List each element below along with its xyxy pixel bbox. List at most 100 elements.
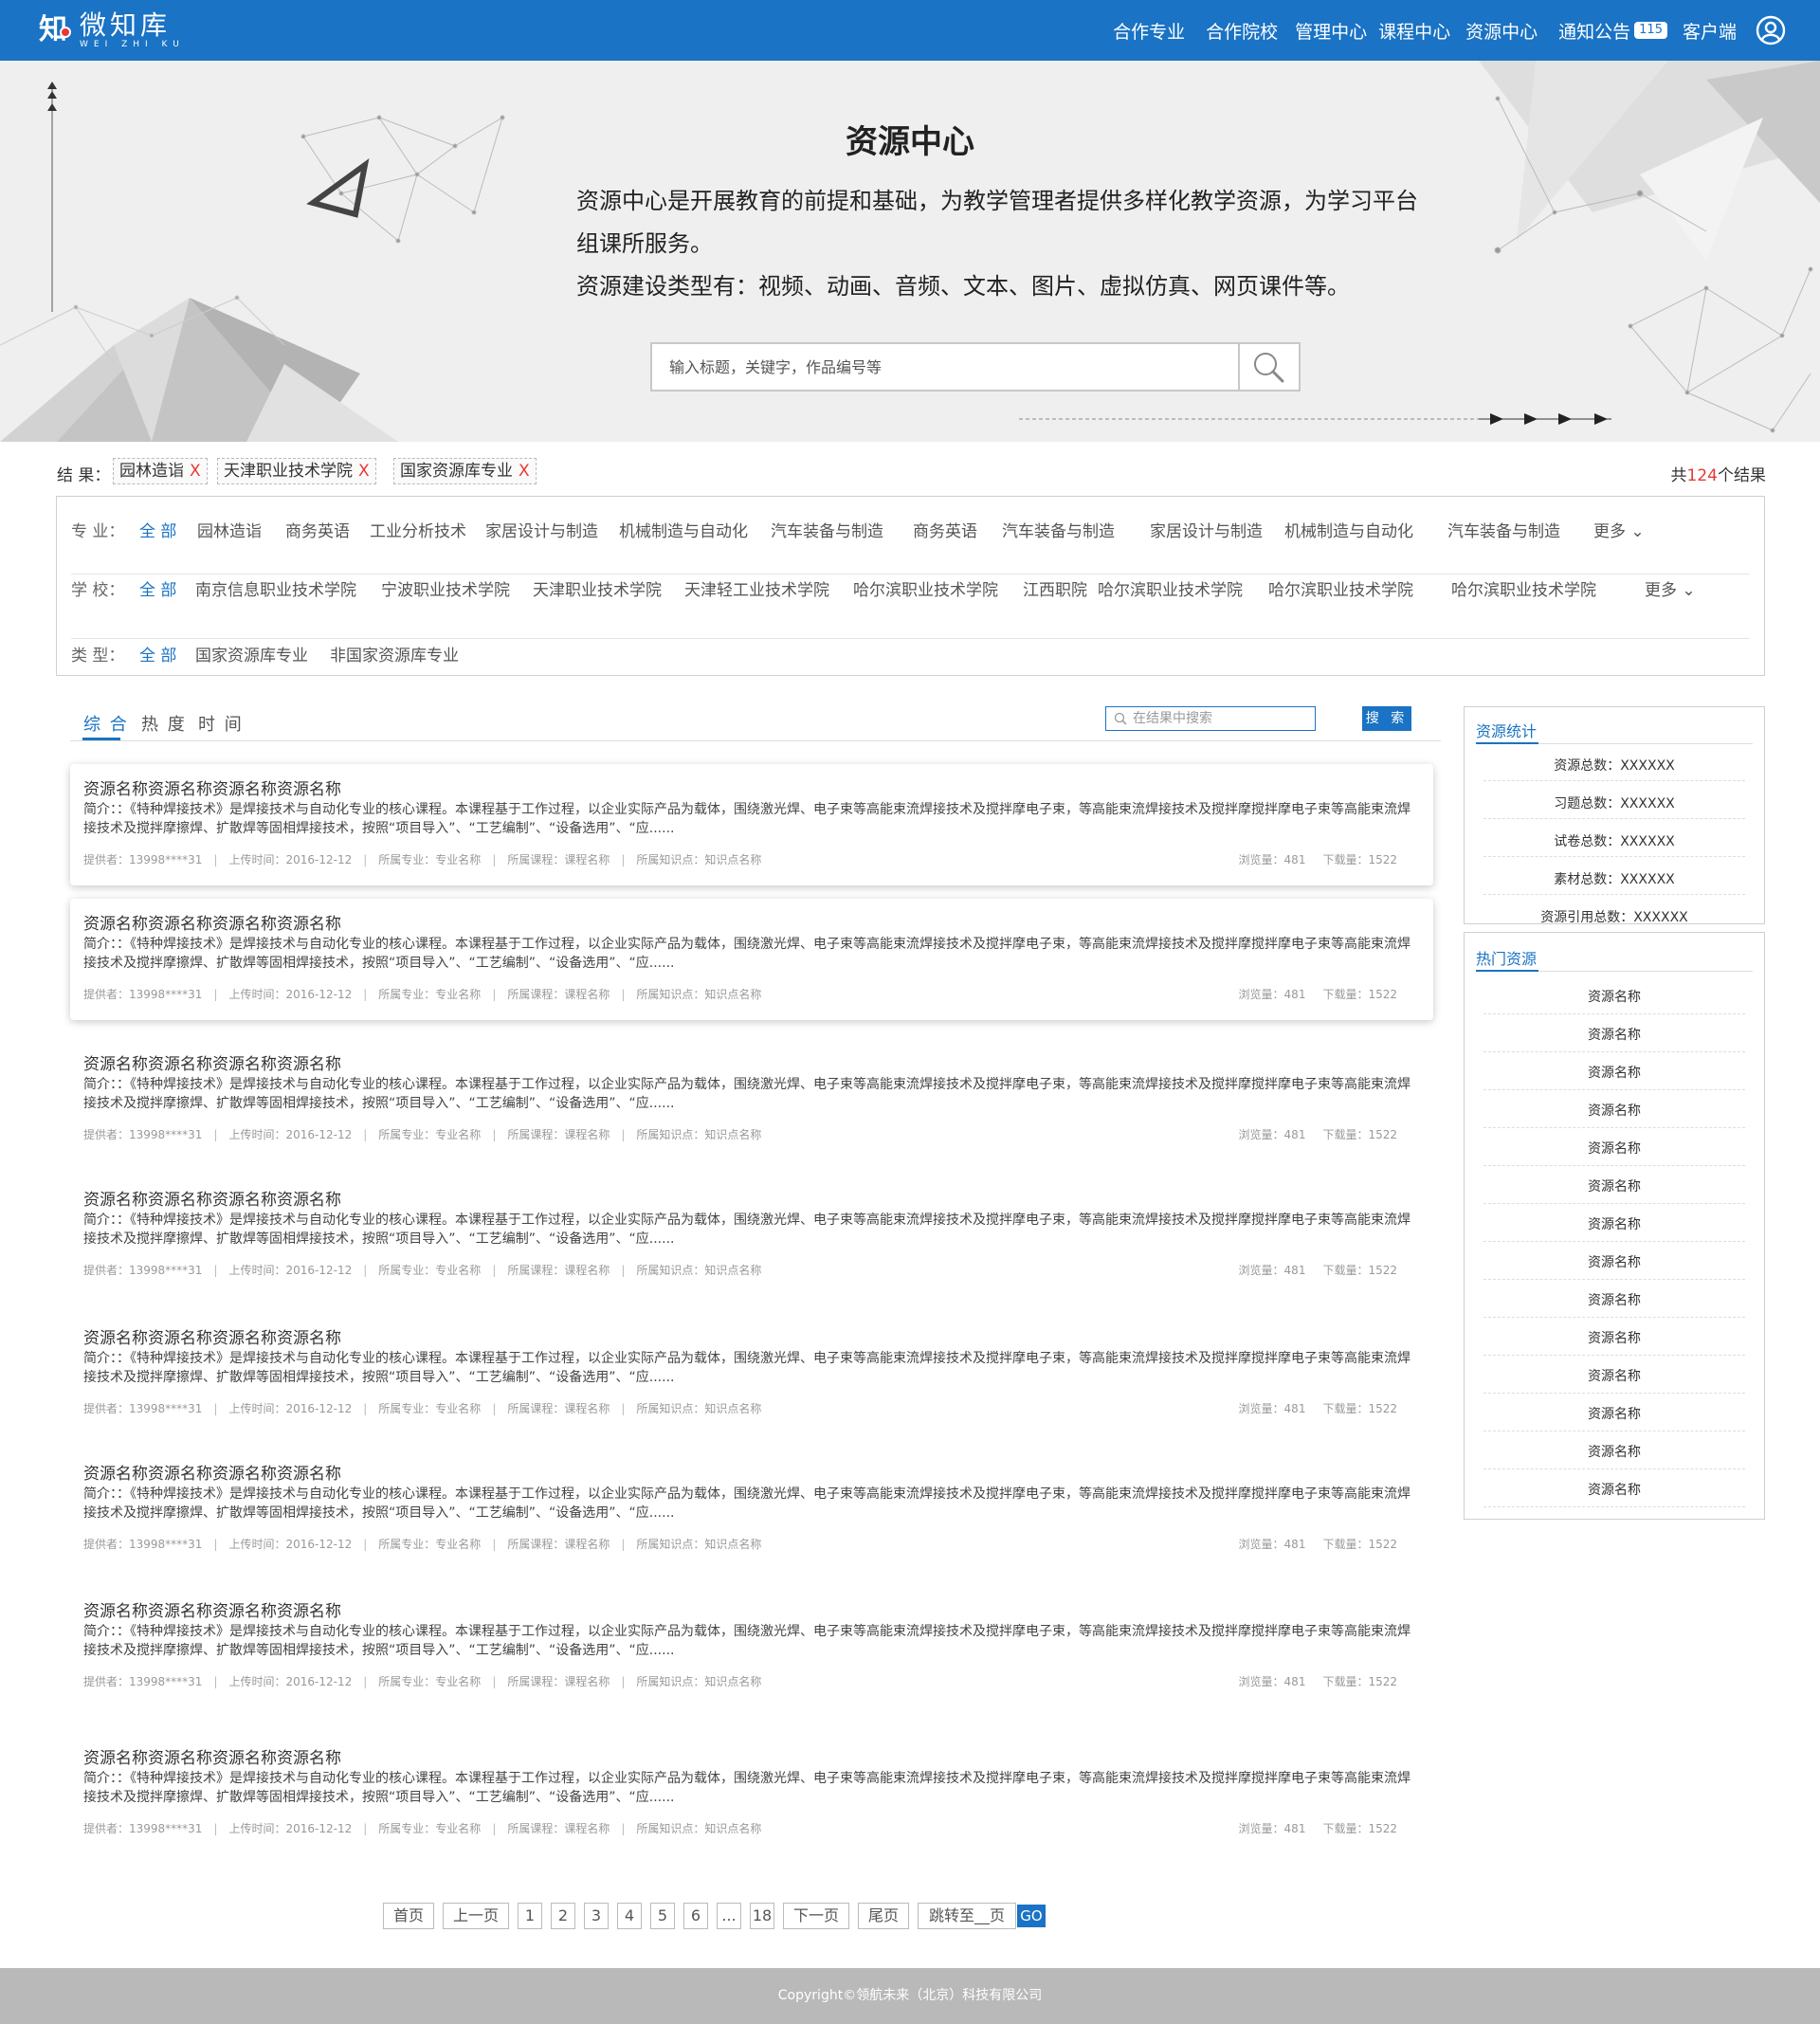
more-toggle[interactable]: 更多 ⌄ xyxy=(1645,576,1696,600)
resource-card[interactable]: 资源名称资源名称资源名称资源名称 简介：：《特种焊接技术》是焊接技术与自动化专业的… xyxy=(70,764,1433,885)
filter-option[interactable]: 宁波职业技术学院 xyxy=(381,576,510,600)
filter-option[interactable]: 国家资源库专业 xyxy=(195,642,308,666)
view-count: 浏览量：481 xyxy=(1238,1675,1306,1688)
search-input[interactable] xyxy=(652,344,1240,390)
page-number[interactable]: 2 xyxy=(551,1903,575,1929)
chip-close-icon[interactable]: X xyxy=(358,462,370,481)
hot-resource-item[interactable]: 资源名称 xyxy=(1483,1322,1745,1356)
resource-card[interactable]: 资源名称资源名称资源名称资源名称 简介：：《特种焊接技术》是焊接技术与自动化专业的… xyxy=(70,899,1433,1020)
resource-title[interactable]: 资源名称资源名称资源名称资源名称 xyxy=(83,1186,341,1210)
tab-popularity[interactable]: 热 度 xyxy=(141,711,187,736)
meta-course: 所属课程：课程名称 xyxy=(507,1264,610,1277)
filter-option[interactable]: 哈尔滨职业技术学院 xyxy=(853,576,998,600)
filter-option[interactable]: 商务英语 xyxy=(913,518,977,541)
page-last-button[interactable]: 尾页 xyxy=(858,1903,909,1929)
page-number[interactable]: 3 xyxy=(584,1903,609,1929)
nav-resource-center[interactable]: 资源中心 xyxy=(1465,18,1538,44)
meta-knowledge-point: 所属知识点：知识点名称 xyxy=(636,1822,762,1835)
meta-provider: 提供者：13998****31 xyxy=(83,1402,203,1415)
filter-option[interactable]: 家居设计与制造 xyxy=(1150,518,1263,541)
filter-option[interactable]: 机械制造与自动化 xyxy=(619,518,748,541)
page-number[interactable]: 4 xyxy=(617,1903,642,1929)
filter-option[interactable]: 全 部 xyxy=(139,576,176,600)
filter-option[interactable]: 汽车装备与制造 xyxy=(1002,518,1115,541)
meta-major: 所属专业：专业名称 xyxy=(378,1822,482,1835)
filter-chip[interactable]: 天津职业技术学院 X xyxy=(217,458,376,484)
more-toggle[interactable]: 更多 ⌄ xyxy=(1593,518,1645,541)
filter-option[interactable]: 非国家资源库专业 xyxy=(330,642,459,666)
filter-option[interactable]: 哈尔滨职业技术学院 xyxy=(1098,576,1243,600)
hot-resource-item[interactable]: 资源名称 xyxy=(1483,1170,1745,1204)
nav-notices[interactable]: 通知公告 115 xyxy=(1558,18,1667,44)
resource-title[interactable]: 资源名称资源名称资源名称资源名称 xyxy=(83,1744,341,1768)
resource-title[interactable]: 资源名称资源名称资源名称资源名称 xyxy=(83,1050,341,1074)
page-jump-input[interactable]: 跳转至__页 xyxy=(918,1903,1016,1929)
hot-resource-item[interactable]: 资源名称 xyxy=(1483,1473,1745,1507)
filter-option[interactable]: 商务英语 xyxy=(285,518,350,541)
resource-title[interactable]: 资源名称资源名称资源名称资源名称 xyxy=(83,1460,341,1484)
result-search-input[interactable] xyxy=(1131,707,1311,730)
filter-option[interactable]: 全 部 xyxy=(139,642,176,666)
logo[interactable]: 知 微知库 WEI ZHI KU xyxy=(32,8,185,53)
filter-chip[interactable]: 国家资源库专业 X xyxy=(393,458,537,484)
filter-option[interactable]: 哈尔滨职业技术学院 xyxy=(1451,576,1596,600)
filter-option[interactable]: 汽车装备与制造 xyxy=(771,518,883,541)
resource-card[interactable]: 资源名称资源名称资源名称资源名称 简介：：《特种焊接技术》是焊接技术与自动化专业的… xyxy=(70,1733,1433,1854)
page-number[interactable]: 5 xyxy=(650,1903,675,1929)
hot-resource-item[interactable]: 资源名称 xyxy=(1483,1056,1745,1090)
resource-title[interactable]: 资源名称资源名称资源名称资源名称 xyxy=(83,1597,341,1621)
page-number[interactable]: 6 xyxy=(683,1903,708,1929)
filter-option[interactable]: 天津轻工业技术学院 xyxy=(684,576,829,600)
result-search-button[interactable]: 搜 索 xyxy=(1362,706,1411,731)
filter-option[interactable]: 家居设计与制造 xyxy=(485,518,598,541)
filter-option[interactable]: 哈尔滨职业技术学院 xyxy=(1268,576,1413,600)
page-next-button[interactable]: 下一页 xyxy=(783,1903,849,1929)
tab-overall[interactable]: 综 合 xyxy=(83,711,129,736)
nav-management-center[interactable]: 管理中心 xyxy=(1295,18,1367,44)
hot-resource-item[interactable]: 资源名称 xyxy=(1483,1132,1745,1166)
page-go-button[interactable]: GO xyxy=(1017,1905,1046,1927)
filter-option[interactable]: 天津职业技术学院 xyxy=(533,576,662,600)
resource-card[interactable]: 资源名称资源名称资源名称资源名称 简介：：《特种焊接技术》是焊接技术与自动化专业的… xyxy=(70,1039,1433,1160)
page-first-button[interactable]: 首页 xyxy=(383,1903,434,1929)
hot-resource-item[interactable]: 资源名称 xyxy=(1483,980,1745,1014)
filter-option[interactable]: 工业分析技术 xyxy=(370,518,466,541)
meta-provider: 提供者：13998****31 xyxy=(83,1264,203,1277)
filter-option[interactable]: 汽车装备与制造 xyxy=(1447,518,1560,541)
nav-course-center[interactable]: 课程中心 xyxy=(1378,18,1450,44)
page-prev-button[interactable]: 上一页 xyxy=(443,1903,509,1929)
chip-close-icon[interactable]: X xyxy=(519,462,530,481)
chip-close-icon[interactable]: X xyxy=(190,462,201,481)
hot-resource-item[interactable]: 资源名称 xyxy=(1483,1397,1745,1431)
filter-option[interactable]: 江西职院 xyxy=(1023,576,1087,600)
filter-label: 专 业： xyxy=(71,522,125,541)
filter-option[interactable]: 南京信息职业技术学院 xyxy=(195,576,356,600)
hot-resource-item[interactable]: 资源名称 xyxy=(1483,1284,1745,1318)
resource-card[interactable]: 资源名称资源名称资源名称资源名称 简介：：《特种焊接技术》是焊接技术与自动化专业的… xyxy=(70,1449,1433,1570)
filter-option[interactable]: 园林造诣 xyxy=(197,518,262,541)
tab-time[interactable]: 时 间 xyxy=(198,711,244,736)
resource-card[interactable]: 资源名称资源名称资源名称资源名称 简介：：《特种焊接技术》是焊接技术与自动化专业的… xyxy=(70,1313,1433,1434)
hot-resource-item[interactable]: 资源名称 xyxy=(1483,1208,1745,1242)
nav-cooperative-schools[interactable]: 合作院校 xyxy=(1206,18,1278,44)
filter-chip[interactable]: 园林造诣 X xyxy=(113,458,208,484)
resource-title[interactable]: 资源名称资源名称资源名称资源名称 xyxy=(83,1324,341,1348)
user-circle-icon[interactable] xyxy=(1756,15,1786,46)
hot-resource-item[interactable]: 资源名称 xyxy=(1483,1018,1745,1052)
resource-title[interactable]: 资源名称资源名称资源名称资源名称 xyxy=(83,910,341,934)
page-number[interactable]: 1 xyxy=(518,1903,542,1929)
hot-resource-item[interactable]: 资源名称 xyxy=(1483,1359,1745,1394)
download-count: 下载量：1522 xyxy=(1322,1675,1397,1688)
filter-option[interactable]: 机械制造与自动化 xyxy=(1284,518,1413,541)
resource-card[interactable]: 资源名称资源名称资源名称资源名称 简介：：《特种焊接技术》是焊接技术与自动化专业的… xyxy=(70,1175,1433,1296)
hot-resource-item[interactable]: 资源名称 xyxy=(1483,1435,1745,1469)
filter-option[interactable]: 全 部 xyxy=(139,518,176,541)
search-button[interactable] xyxy=(1238,344,1299,390)
page-number[interactable]: 18 xyxy=(750,1903,774,1929)
hot-resource-item[interactable]: 资源名称 xyxy=(1483,1246,1745,1280)
hot-resource-item[interactable]: 资源名称 xyxy=(1483,1094,1745,1128)
resource-card[interactable]: 资源名称资源名称资源名称资源名称 简介：：《特种焊接技术》是焊接技术与自动化专业的… xyxy=(70,1586,1433,1707)
resource-title[interactable]: 资源名称资源名称资源名称资源名称 xyxy=(83,775,341,799)
nav-cooperative-majors[interactable]: 合作专业 xyxy=(1113,18,1185,44)
nav-client[interactable]: 客户端 xyxy=(1683,18,1737,44)
